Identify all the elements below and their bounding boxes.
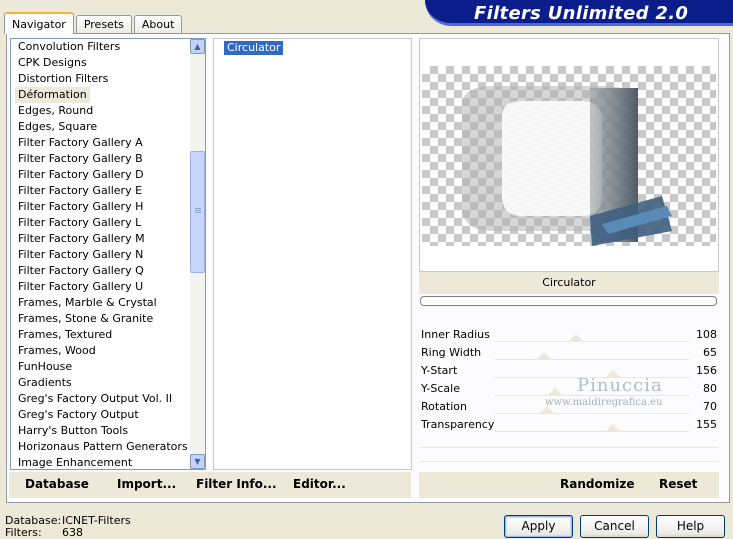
- category-item[interactable]: Harry's Button Tools: [18, 423, 128, 439]
- slider-thumb[interactable]: [535, 352, 552, 360]
- parameter-label: Rotation: [421, 400, 468, 413]
- category-item[interactable]: Filter Factory Gallery N: [18, 247, 143, 263]
- category-item[interactable]: Filter Factory Gallery L: [18, 215, 141, 231]
- category-item[interactable]: Frames, Textured: [18, 327, 112, 343]
- scroll-thumb[interactable]: [190, 151, 205, 273]
- parameter-slider[interactable]: [495, 413, 689, 414]
- preview-shape: [462, 86, 672, 246]
- parameter-row: Y-Scale 80: [419, 380, 719, 398]
- right-toolbar: Randomize Reset: [419, 472, 719, 498]
- import-button[interactable]: Import...: [117, 477, 176, 491]
- category-item[interactable]: Filter Factory Gallery H: [18, 199, 143, 215]
- parameter-row: Transparency 155: [419, 416, 719, 434]
- slider-thumb[interactable]: [547, 388, 564, 396]
- parameter-slider[interactable]: [495, 359, 689, 360]
- randomize-button[interactable]: Randomize: [560, 477, 634, 491]
- parameter-value: 80: [703, 382, 717, 395]
- category-list[interactable]: Convolution Filters CPK Designs Distortion…: [10, 38, 206, 470]
- banner-title: Filters Unlimited 2.0: [474, 3, 689, 24]
- category-item[interactable]: Greg's Factory Output Vol. II: [18, 391, 172, 407]
- category-item[interactable]: Déformation: [15, 87, 90, 103]
- category-item[interactable]: Convolution Filters: [18, 39, 120, 55]
- parameter-label: Y-Start: [421, 364, 458, 377]
- category-item[interactable]: Filter Factory Gallery A: [18, 135, 143, 151]
- category-item[interactable]: Image Enhancement: [18, 455, 132, 471]
- cancel-button[interactable]: Cancel: [580, 515, 649, 538]
- category-item[interactable]: Filter Factory Gallery U: [18, 279, 143, 295]
- parameter-slider[interactable]: [495, 431, 689, 432]
- status-filters-value: 638: [62, 526, 83, 539]
- preview-filter-name: Circulator: [419, 272, 719, 294]
- watermark-url: www.maidiregrafica.eu: [545, 397, 663, 408]
- editor-button[interactable]: Editor...: [293, 477, 346, 491]
- category-item[interactable]: Horizonaus Pattern Generators: [18, 439, 188, 455]
- parameter-value: 65: [703, 346, 717, 359]
- parameter-value: 155: [696, 418, 717, 431]
- parameter-empty-row: [419, 434, 719, 448]
- arrow-up-icon[interactable]: ▲: [190, 39, 205, 54]
- category-item[interactable]: Edges, Round: [18, 103, 93, 119]
- category-item[interactable]: Filter Factory Gallery B: [18, 151, 143, 167]
- category-item[interactable]: Frames, Wood: [18, 343, 96, 359]
- parameter-label: Ring Width: [421, 346, 482, 359]
- parameter-value: 108: [696, 328, 717, 341]
- progress-bar: [420, 296, 717, 306]
- category-item[interactable]: Filter Factory Gallery Q: [18, 263, 144, 279]
- parameter-label: Y-Scale: [421, 382, 460, 395]
- parameter-value: 156: [696, 364, 717, 377]
- tab-about[interactable]: About: [133, 15, 183, 34]
- parameter-slider[interactable]: [495, 341, 689, 342]
- parameter-label: Inner Radius: [421, 328, 490, 341]
- category-item[interactable]: Frames, Stone & Granite: [18, 311, 153, 327]
- category-item[interactable]: FunHouse: [18, 359, 72, 375]
- category-item[interactable]: Filter Factory Gallery M: [18, 231, 145, 247]
- filter-info-button[interactable]: Filter Info...: [196, 477, 277, 491]
- parameter-empty-row: [419, 448, 719, 462]
- tab-strip: Navigator Presets About: [4, 10, 184, 34]
- status-filters-label: Filters:: [5, 526, 42, 539]
- status-filters: Filters: 638: [5, 526, 83, 539]
- category-item[interactable]: Frames, Marble & Crystal: [18, 295, 157, 311]
- category-item[interactable]: CPK Designs: [18, 55, 87, 71]
- slider-thumb[interactable]: [605, 424, 622, 432]
- parameter-row: Inner Radius 108: [419, 326, 719, 344]
- parameter-value: 70: [703, 400, 717, 413]
- category-item[interactable]: Edges, Square: [18, 119, 97, 135]
- parameter-row: Ring Width 65: [419, 344, 719, 362]
- category-item[interactable]: Greg's Factory Output: [18, 407, 139, 423]
- category-scrollbar[interactable]: ▲ ▼: [190, 39, 205, 469]
- filter-item-circulator[interactable]: Circulator: [224, 41, 284, 55]
- parameter-row: Y-Start 156: [419, 362, 719, 380]
- arrow-down-icon[interactable]: ▼: [190, 454, 205, 469]
- preview-image: [422, 66, 716, 246]
- category-item[interactable]: Filter Factory Gallery E: [18, 183, 142, 199]
- filter-list[interactable]: Circulator: [213, 38, 412, 470]
- help-button[interactable]: Help: [656, 515, 725, 538]
- category-item[interactable]: Gradients: [18, 375, 72, 391]
- tab-navigator[interactable]: Navigator: [4, 12, 74, 34]
- reset-button[interactable]: Reset: [659, 477, 697, 491]
- slider-thumb[interactable]: [568, 334, 585, 342]
- watermark-name: Pinuccia: [577, 375, 663, 396]
- apply-button[interactable]: Apply: [504, 515, 573, 538]
- database-button[interactable]: Database: [25, 477, 89, 491]
- category-item[interactable]: Distortion Filters: [18, 71, 108, 87]
- left-toolbar: Database Import... Filter Info... Editor…: [9, 472, 411, 498]
- parameter-label: Transparency: [421, 418, 495, 431]
- category-item[interactable]: Filter Factory Gallery D: [18, 167, 144, 183]
- tab-presets[interactable]: Presets: [75, 15, 132, 34]
